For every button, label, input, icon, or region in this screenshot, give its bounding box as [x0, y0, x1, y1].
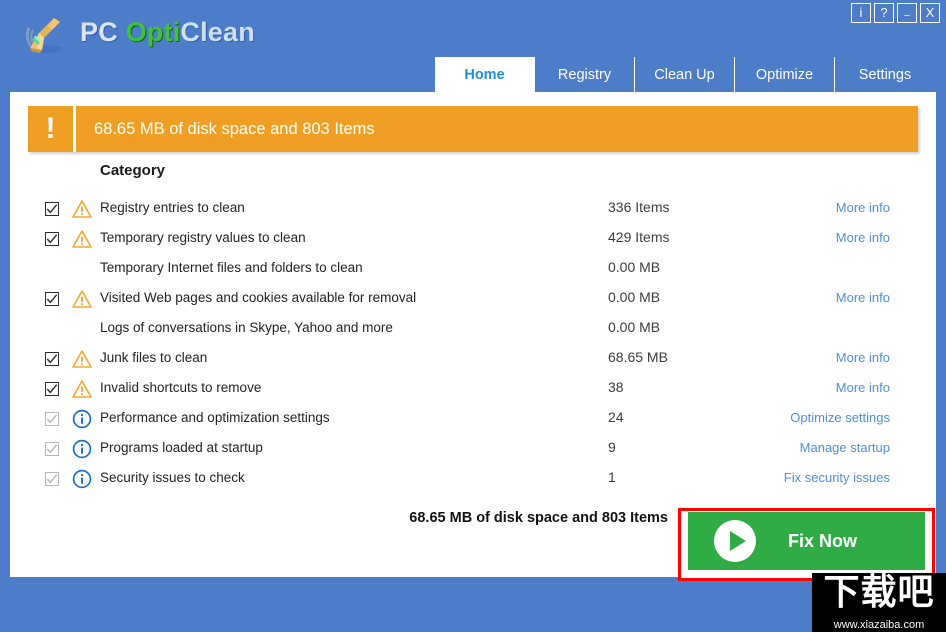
close-button[interactable]: X — [920, 3, 940, 23]
info-icon — [72, 439, 92, 459]
app-title-opti: Opti — [125, 17, 181, 47]
row-value: 336 Items — [608, 199, 670, 215]
row-checkbox[interactable] — [45, 202, 59, 216]
row-action-link[interactable]: More info — [836, 290, 890, 305]
status-banner-text: 68.65 MB of disk space and 803 Items — [76, 106, 918, 152]
row-label: Temporary registry values to clean — [100, 230, 306, 245]
row-label: Security issues to check — [100, 470, 245, 485]
table-row[interactable]: Performance and optimization settings 24 O… — [10, 405, 936, 435]
watermark-logo-text: 下载吧 — [823, 573, 935, 613]
row-label: Junk files to clean — [100, 350, 208, 365]
info-icon — [72, 409, 92, 429]
app-title-pc: PC — [80, 17, 126, 47]
row-checkbox[interactable] — [45, 232, 59, 246]
tab-registry[interactable]: Registry — [535, 57, 635, 92]
play-icon — [714, 520, 756, 562]
row-value: 38 — [608, 379, 624, 395]
row-label: Programs loaded at startup — [100, 440, 263, 455]
row-checkbox[interactable] — [45, 472, 59, 486]
fix-now-button[interactable]: Fix Now — [688, 512, 925, 570]
row-action-link[interactable]: Fix security issues — [784, 470, 890, 485]
warning-icon — [72, 379, 92, 399]
title-bar: PC OptiClean i ? – X — [0, 0, 946, 57]
row-action-link[interactable]: More info — [836, 230, 890, 245]
app-title-clean: Clean — [180, 17, 255, 47]
table-row[interactable]: Logs of conversations in Skype, Yahoo an… — [10, 315, 936, 345]
row-action-link[interactable]: More info — [836, 200, 890, 215]
tab-optimize[interactable]: Optimize — [735, 57, 835, 92]
window-controls: i ? – X — [851, 3, 940, 23]
row-value: 429 Items — [608, 229, 670, 245]
watermark: 下载吧 www.xiazaiba.com — [812, 573, 946, 632]
warning-icon — [72, 199, 92, 219]
row-value: 0.00 MB — [608, 319, 661, 335]
status-banner: ! 68.65 MB of disk space and 803 Items — [28, 106, 918, 152]
row-checkbox[interactable] — [45, 352, 59, 366]
row-label: Visited Web pages and cookies available … — [100, 290, 417, 305]
row-value: 0.00 MB — [608, 289, 661, 305]
row-action-link[interactable]: Optimize settings — [790, 410, 890, 425]
row-checkbox[interactable] — [45, 292, 59, 306]
tab-bar: Home Registry Clean Up Optimize Settings — [435, 57, 935, 92]
row-value: 68.65 MB — [608, 349, 668, 365]
tab-home[interactable]: Home — [435, 57, 535, 92]
column-header-category: Category — [100, 162, 166, 179]
warning-icon — [72, 349, 92, 369]
tab-settings[interactable]: Settings — [835, 57, 935, 92]
row-action-link[interactable]: More info — [836, 350, 890, 365]
row-action-link[interactable]: Manage startup — [800, 440, 890, 455]
warning-icon — [72, 229, 92, 249]
row-label: Invalid shortcuts to remove — [100, 380, 262, 395]
row-label: Logs of conversations in Skype, Yahoo an… — [100, 320, 393, 335]
table-row[interactable]: Registry entries to clean 336 Items More i… — [10, 195, 936, 225]
row-label: Performance and optimization settings — [100, 410, 330, 425]
info-button[interactable]: i — [851, 3, 871, 23]
row-checkbox[interactable] — [45, 382, 59, 396]
table-row[interactable]: Visited Web pages and cookies available … — [10, 285, 936, 315]
tab-clean-up[interactable]: Clean Up — [635, 57, 735, 92]
minimize-button[interactable]: – — [897, 3, 917, 23]
broom-icon — [18, 14, 74, 54]
watermark-url: www.xiazaiba.com — [833, 619, 925, 631]
fix-now-label: Fix Now — [788, 530, 858, 551]
table-row[interactable]: Security issues to check 1 Fix security is… — [10, 465, 936, 495]
help-button[interactable]: ? — [874, 3, 894, 23]
content-panel: ! 68.65 MB of disk space and 803 Items C… — [10, 92, 936, 581]
summary-text: 68.65 MB of disk space and 803 Items — [409, 510, 668, 526]
table-row[interactable]: Junk files to clean 68.65 MB More info — [10, 345, 936, 375]
row-value: 9 — [608, 439, 616, 455]
table-row[interactable]: Temporary registry values to clean 429 It… — [10, 225, 936, 255]
table-row[interactable]: Temporary Internet files and folders to … — [10, 255, 936, 285]
row-label: Registry entries to clean — [100, 200, 245, 215]
row-label: Temporary Internet files and folders to … — [100, 260, 363, 275]
row-checkbox[interactable] — [45, 412, 59, 426]
exclamation-icon: ! — [28, 106, 76, 152]
app-title: PC OptiClean — [80, 17, 255, 48]
table-row[interactable]: Invalid shortcuts to remove 38 More info — [10, 375, 936, 405]
row-action-link[interactable]: More info — [836, 380, 890, 395]
warning-icon — [72, 289, 92, 309]
info-icon — [72, 469, 92, 489]
table-row[interactable]: Programs loaded at startup 9 Manage startu… — [10, 435, 936, 465]
application-window: PC OptiClean i ? – X Home Registry Clean… — [0, 0, 946, 632]
row-value: 1 — [608, 469, 616, 485]
row-checkbox[interactable] — [45, 442, 59, 456]
row-value: 24 — [608, 409, 624, 425]
row-value: 0.00 MB — [608, 259, 661, 275]
